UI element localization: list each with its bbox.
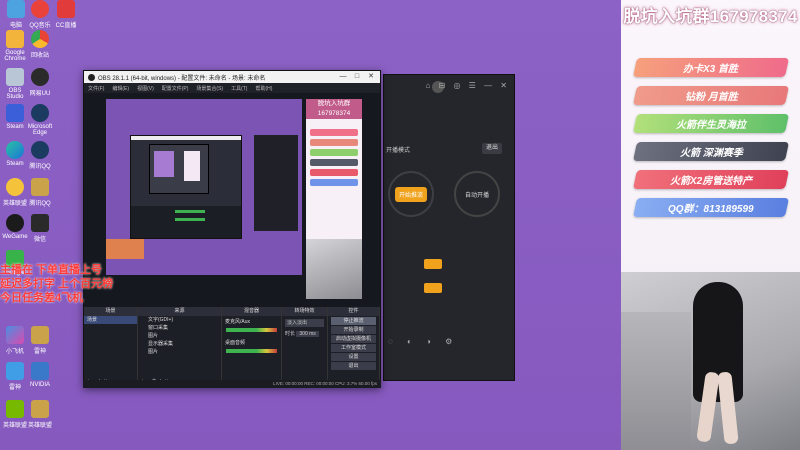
preview-desktop xyxy=(106,99,302,275)
desktop-audio-meter xyxy=(226,349,277,353)
leishen-icon[interactable]: NVIDIA xyxy=(25,362,55,388)
menu-scene-collection[interactable]: 场景集合(S) xyxy=(196,85,223,92)
source-item[interactable]: 图片 xyxy=(138,332,221,340)
virtual-camera-button[interactable]: 启动虚拟摄像机 xyxy=(331,335,376,343)
obs-window[interactable]: OBS 28.1.1 (64-bit, windows) - 配置文件: 未命名… xyxy=(83,70,381,388)
menu-file[interactable]: 文件(F) xyxy=(88,85,104,92)
window-controls[interactable]: ⌂ ⊟ ◎ ☰ — ✕ xyxy=(425,81,510,90)
menu-help[interactable]: 帮助(H) xyxy=(255,85,272,92)
transitions-dock[interactable]: 转场特效 淡入淡出 时长 300 ms xyxy=(282,307,328,387)
transition-duration[interactable]: 300 ms xyxy=(296,331,319,337)
obs-statusbar: LIVE: 00:00:00 REC: 00:00:00 CPU: 3.7% 6… xyxy=(83,380,381,388)
close-icon[interactable]: ✕ xyxy=(364,71,378,83)
controls-dock[interactable]: 控件 停止推流 开始录制 启动虚拟摄像机 工作室模式 设置 退出 xyxy=(328,307,380,387)
goal-pill: 办卡X3 首胜 xyxy=(632,58,790,77)
confirm-button-1[interactable] xyxy=(424,259,442,269)
transition-select[interactable]: 淡入淡出 xyxy=(285,319,324,327)
goal-pill: 火箭X2房管送特产 xyxy=(632,170,790,189)
cc-live-icon[interactable]: CC直播 xyxy=(51,0,81,29)
nested-obs-window xyxy=(130,135,242,239)
webcam-feed xyxy=(621,272,800,450)
obs-logo-icon xyxy=(88,73,95,81)
exit-button[interactable]: 退出 xyxy=(331,362,376,370)
streaming-helper-window[interactable]: ⌂ ⊟ ◎ ☰ — ✕ 开播模式 退出 开始推流 自动开播 ◌ ◐ ◑ ⚙ xyxy=(383,74,515,381)
source-item[interactable]: 图片 xyxy=(138,348,221,356)
mixer-dock[interactable]: 混音器 麦克风/Aux 桌面音频 xyxy=(222,307,282,387)
goal-pill: 钻粉 月首胜 xyxy=(632,86,790,105)
obs-docks: 场景 场景 + − ∧ ∨ 来源 文字(GDI+) 窗口采集 图片 显示器采集 … xyxy=(84,307,380,387)
source-item[interactable]: 显示器采集 xyxy=(138,340,221,348)
nested-caption xyxy=(106,239,144,259)
minimize-icon[interactable]: — xyxy=(336,71,350,83)
menu-view[interactable]: 视图(V) xyxy=(137,85,154,92)
steam-icon[interactable]: Microsoft Edge xyxy=(25,104,55,136)
obs-icon[interactable]: 网易UU xyxy=(25,68,55,97)
source-item[interactable]: 窗口采集 xyxy=(138,324,221,332)
obs-titlebar[interactable]: OBS 28.1.1 (64-bit, windows) - 配置文件: 未命名… xyxy=(84,71,380,83)
obs-menubar: 文件(F) 编辑(E) 视图(V) 配置文件(P) 场景集合(S) 工具(T) … xyxy=(84,83,380,93)
start-recording-button[interactable]: 开始录制 xyxy=(331,326,376,334)
steam-icon-2[interactable]: 腾讯QQ xyxy=(25,141,55,170)
menu-edit[interactable]: 编辑(E) xyxy=(112,85,129,92)
source-item[interactable]: 文字(GDI+) xyxy=(138,316,221,324)
scene-item[interactable]: 场景 xyxy=(84,316,137,324)
menu-profile[interactable]: 配置文件(P) xyxy=(162,85,189,92)
settings-button[interactable]: 设置 xyxy=(331,353,376,361)
lol-icon-3[interactable]: 英雄联盟 xyxy=(25,400,55,429)
chrome-icon[interactable]: 回收站 xyxy=(25,30,55,59)
goal-pill: QQ群：813189599 xyxy=(632,198,790,217)
mode-subtitle: 开播模式 xyxy=(386,148,411,154)
goal-pill: 火箭 深渊赛季 xyxy=(632,142,790,161)
group-banner: 脱坑入坑群167978374 xyxy=(623,7,798,26)
menu-tools[interactable]: 工具(T) xyxy=(231,85,247,92)
confirm-button-2[interactable] xyxy=(424,283,442,293)
goal-pill: 火箭伴生灵海拉 xyxy=(632,114,790,133)
preview-side-panel: 脱坑入坑群167978374 xyxy=(306,99,362,299)
scenes-dock[interactable]: 场景 场景 + − ∧ ∨ xyxy=(84,307,138,387)
maximize-icon[interactable]: □ xyxy=(350,71,364,83)
nested-helper-window xyxy=(254,135,298,231)
lol-icon-2[interactable]: 雷神 xyxy=(25,326,55,355)
exit-button[interactable]: 退出 xyxy=(482,143,502,154)
mode-auto-start[interactable]: 自动开播 xyxy=(454,171,500,217)
lol-icon[interactable]: 腾讯QQ xyxy=(25,178,55,207)
stop-stream-button[interactable]: 停止推流 xyxy=(331,317,376,325)
wegame-icon[interactable]: 微信 xyxy=(25,214,55,243)
sources-dock[interactable]: 来源 文字(GDI+) 窗口采集 图片 显示器采集 图片 + − ⚙ ∧ ∨ xyxy=(138,307,222,387)
studio-mode-button[interactable]: 工作室模式 xyxy=(331,344,376,352)
sofa xyxy=(621,312,691,450)
stream-caption: 主播在 下单直播上号 延迟多打字 上个百元榜 今日任务差4飞机 xyxy=(0,264,114,304)
mic-meter xyxy=(226,328,277,332)
mode-start-stream[interactable]: 开始推流 xyxy=(388,171,434,217)
preview-side-title: 脱坑入坑群167978374 xyxy=(306,99,362,119)
obs-title: OBS 28.1.1 (64-bit, windows) - 配置文件: 未命名… xyxy=(98,75,266,82)
toolbar-icons[interactable]: ◌ ◐ ◑ ⚙ xyxy=(388,337,458,346)
